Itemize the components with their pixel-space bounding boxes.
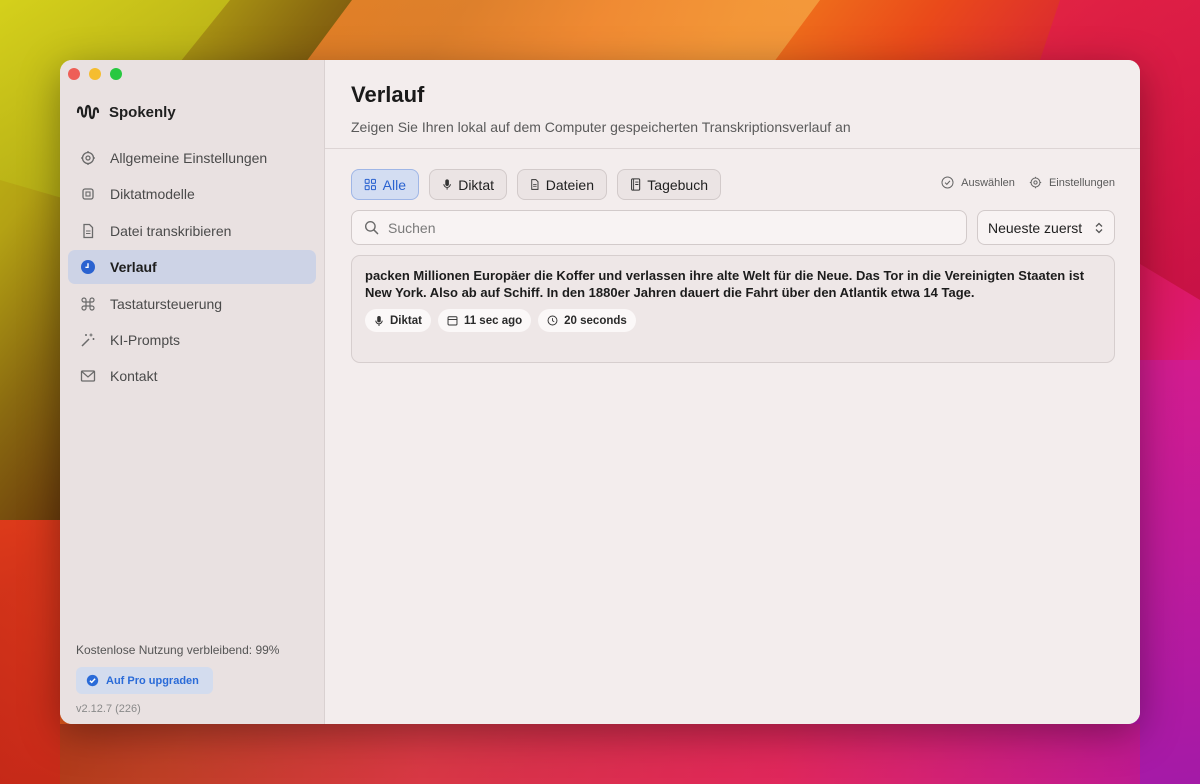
document-icon bbox=[531, 179, 539, 190]
filter-all-button[interactable]: Alle bbox=[351, 169, 419, 200]
sidebar-item-label: Diktatmodelle bbox=[110, 186, 195, 203]
app-name: Spokenly bbox=[109, 103, 176, 121]
sidebar-item-ai-prompts[interactable]: KI-Prompts bbox=[68, 323, 316, 357]
entry-time-badge: 11 sec ago bbox=[437, 309, 532, 333]
entry-type: Diktat bbox=[390, 314, 422, 327]
entry-duration-badge: 20 seconds bbox=[538, 309, 636, 333]
history-settings-button[interactable]: Einstellungen bbox=[1029, 176, 1115, 189]
main-content: Verlauf Zeigen Sie Ihren lokal auf dem C… bbox=[325, 60, 1140, 724]
sidebar-item-general-settings[interactable]: Allgemeine Einstellungen bbox=[68, 141, 316, 175]
search-icon bbox=[364, 220, 379, 235]
minimize-window-button[interactable] bbox=[89, 68, 101, 80]
history-entry[interactable]: packen Millionen Europäer die Koffer und… bbox=[351, 255, 1115, 363]
sidebar-item-contact[interactable]: Kontakt bbox=[68, 359, 316, 393]
gear-icon bbox=[1029, 176, 1042, 189]
document-icon bbox=[83, 223, 94, 238]
sidebar-item-keyboard-control[interactable]: Tastatursteuerung bbox=[68, 287, 316, 321]
entry-transcript: packen Millionen Europäer die Koffer und… bbox=[365, 268, 1085, 300]
entry-meta: Diktat 11 sec ago 20 seconds bbox=[365, 309, 1102, 333]
filter-dictation-button[interactable]: Diktat bbox=[429, 169, 507, 200]
page-header: Verlauf Zeigen Sie Ihren lokal auf dem C… bbox=[325, 60, 1140, 149]
filter-label: Diktat bbox=[458, 176, 494, 193]
entry-time: 11 sec ago bbox=[463, 314, 523, 327]
filter-files-button[interactable]: Dateien bbox=[517, 169, 607, 200]
select-label: Auswählen bbox=[961, 176, 1015, 189]
timer-icon bbox=[547, 315, 558, 326]
sidebar-item-label: Kontakt bbox=[110, 368, 158, 385]
microphone-icon bbox=[375, 315, 383, 326]
grid-icon bbox=[364, 178, 376, 191]
checkmark-circle-icon bbox=[941, 176, 954, 189]
verified-badge-icon bbox=[86, 674, 99, 687]
filter-label: Tagebuch bbox=[647, 176, 708, 193]
chip-icon bbox=[82, 188, 94, 201]
waveform-logo-icon bbox=[76, 104, 100, 120]
filter-tabs: Alle Diktat Dateien Tagebuch bbox=[351, 169, 721, 200]
sidebar-item-dictation-models[interactable]: Diktatmodelle bbox=[68, 177, 316, 211]
search-box bbox=[351, 210, 967, 245]
filter-journal-button[interactable]: Tagebuch bbox=[617, 169, 721, 200]
close-window-button[interactable] bbox=[68, 68, 80, 80]
journal-icon bbox=[631, 178, 641, 191]
select-button[interactable]: Auswählen bbox=[941, 176, 1015, 189]
usage-remaining-text: Kostenlose Nutzung verbleibend: 99% bbox=[76, 643, 280, 657]
filter-label: Dateien bbox=[545, 176, 594, 193]
sidebar-item-label: Tastatursteuerung bbox=[110, 295, 223, 312]
upgrade-pro-label: Auf Pro upgraden bbox=[106, 674, 199, 687]
command-icon bbox=[81, 297, 95, 311]
app-window: Spokenly Allgemeine Einstellungen Diktat… bbox=[60, 60, 1140, 724]
sidebar-nav: Allgemeine Einstellungen Diktatmodelle D… bbox=[68, 141, 316, 396]
clock-icon bbox=[81, 260, 95, 275]
page-title: Verlauf bbox=[351, 82, 425, 107]
envelope-icon bbox=[80, 370, 96, 382]
search-input[interactable] bbox=[388, 219, 966, 236]
calendar-icon bbox=[447, 316, 458, 326]
settings-label: Einstellungen bbox=[1048, 176, 1115, 189]
window-controls bbox=[68, 68, 122, 80]
microphone-icon bbox=[443, 179, 451, 190]
page-subtitle: Zeigen Sie Ihren lokal auf dem Computer … bbox=[351, 119, 851, 135]
zoom-window-button[interactable] bbox=[110, 68, 122, 80]
sidebar: Spokenly Allgemeine Einstellungen Diktat… bbox=[60, 60, 325, 724]
upgrade-pro-button[interactable]: Auf Pro upgraden bbox=[76, 667, 213, 694]
sort-label: Neueste zuerst bbox=[988, 219, 1083, 236]
sidebar-item-history[interactable]: Verlauf bbox=[68, 250, 316, 285]
sort-select[interactable]: Neueste zuerst bbox=[977, 210, 1115, 245]
header-actions: Auswählen Einstellungen bbox=[941, 176, 1115, 189]
magic-wand-icon bbox=[81, 333, 95, 347]
filter-label: Alle bbox=[382, 176, 406, 193]
app-version: v2.12.7 (226) bbox=[76, 703, 141, 715]
chevron-up-down-icon bbox=[1095, 222, 1103, 233]
sidebar-item-label: Datei transkribieren bbox=[110, 222, 232, 239]
sidebar-item-label: Allgemeine Einstellungen bbox=[110, 150, 268, 166]
entry-type-badge: Diktat bbox=[365, 309, 431, 333]
sidebar-item-label: Verlauf bbox=[110, 259, 157, 276]
gear-icon bbox=[81, 151, 95, 165]
entry-duration: 20 seconds bbox=[564, 314, 627, 327]
app-brand: Spokenly bbox=[76, 102, 176, 122]
sidebar-item-transcribe-file[interactable]: Datei transkribieren bbox=[68, 214, 316, 248]
sidebar-item-label: KI-Prompts bbox=[110, 331, 181, 348]
